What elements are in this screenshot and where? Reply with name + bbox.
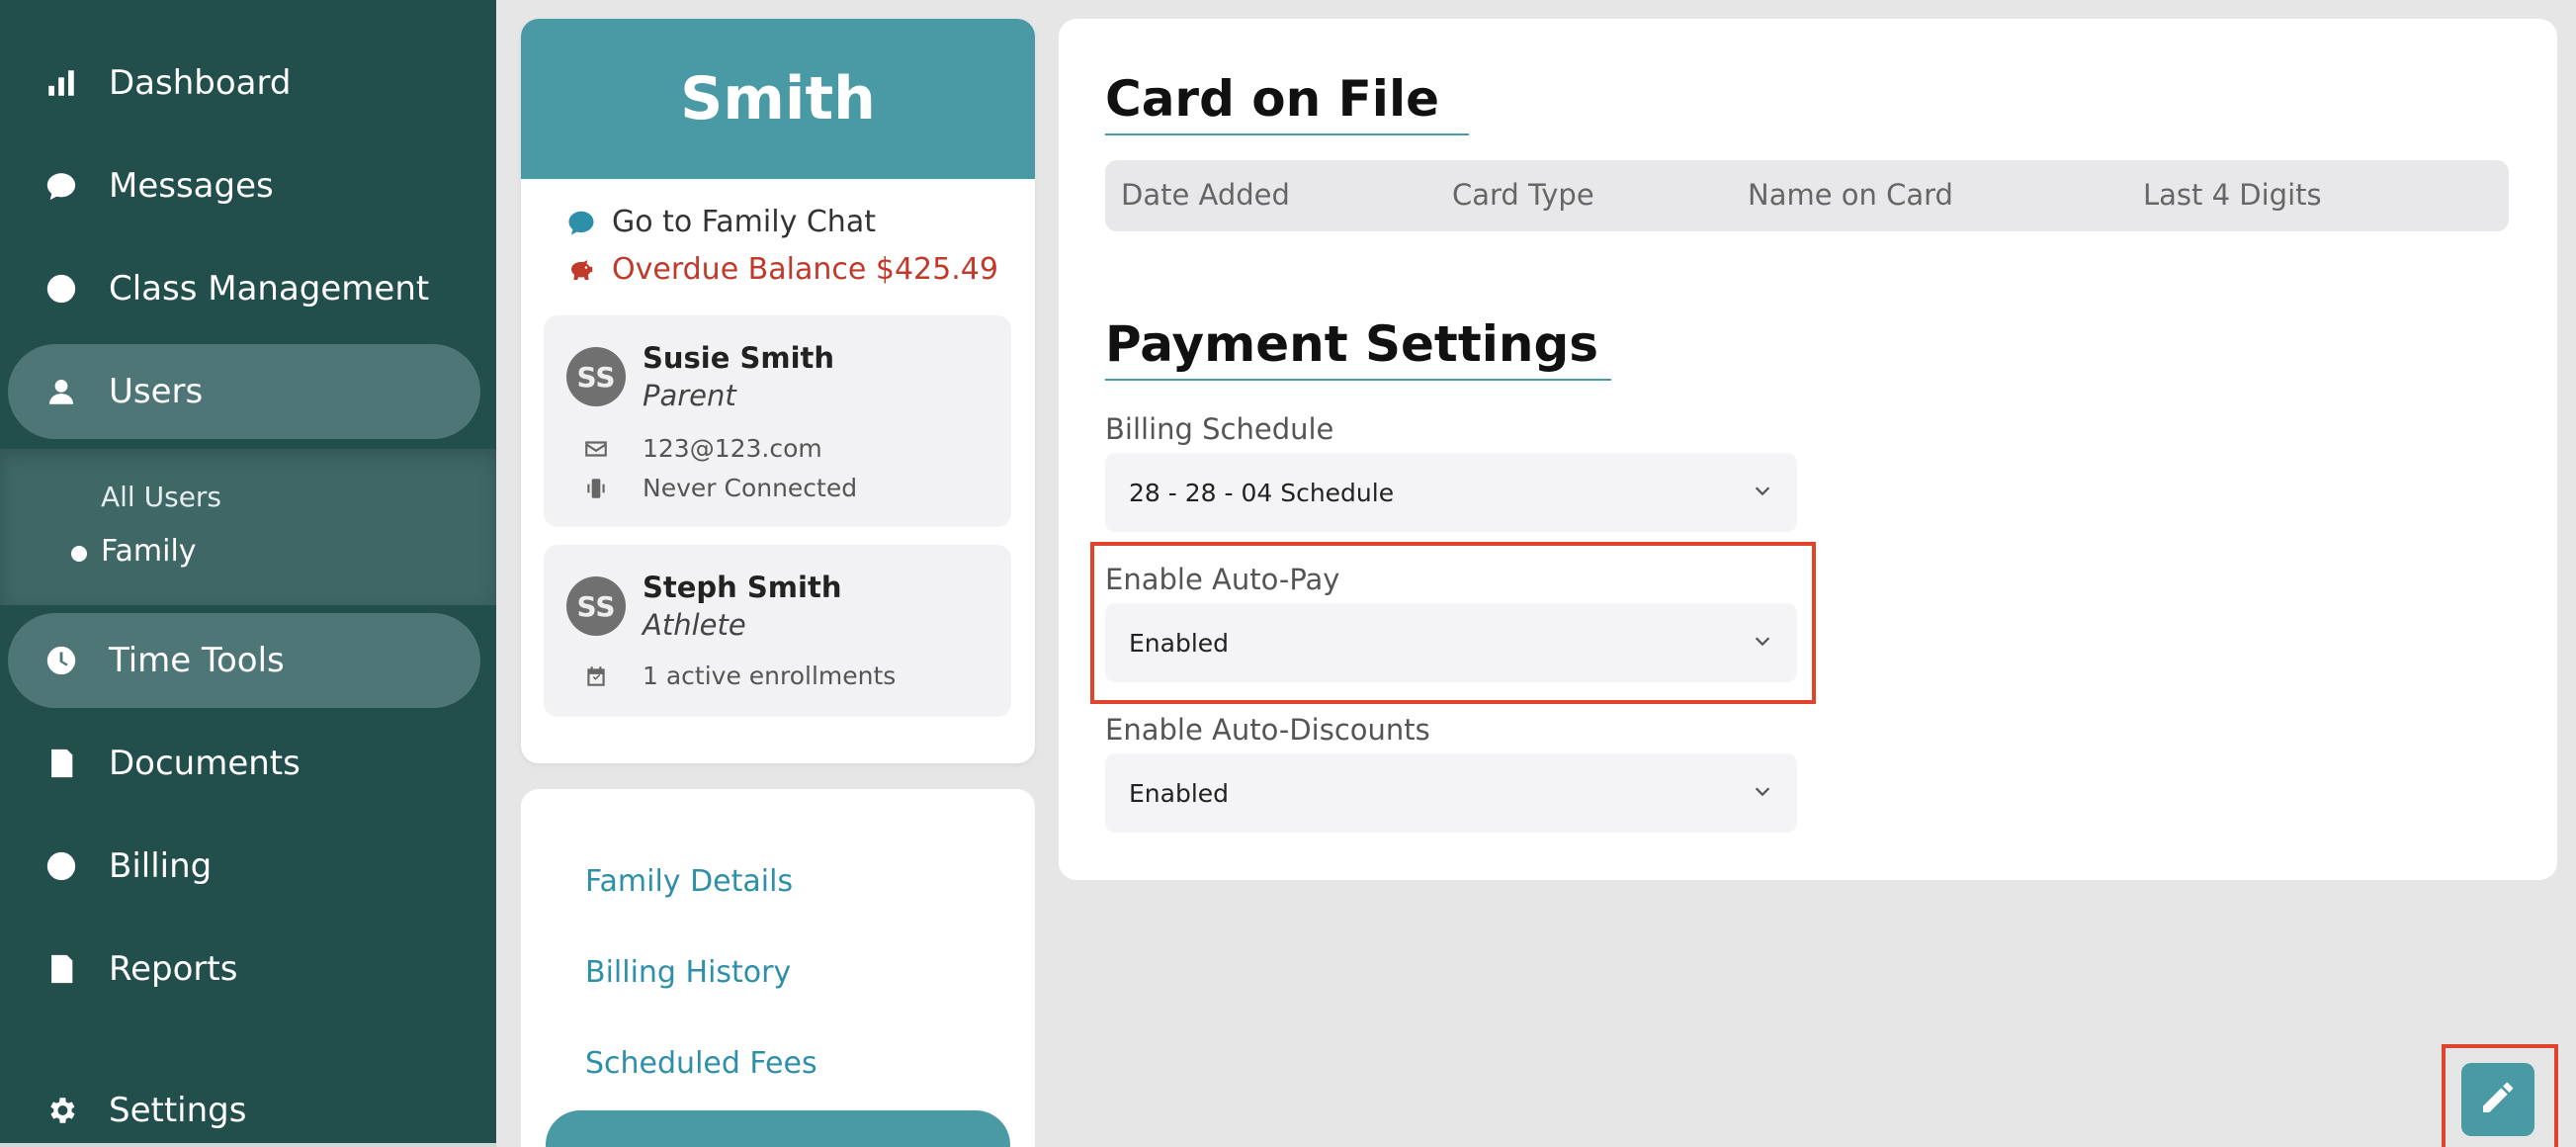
nav-class-management[interactable]: Class Management: [8, 241, 480, 336]
nav-users[interactable]: Users: [8, 344, 480, 439]
pencil-icon: [2478, 1078, 2518, 1121]
member-role: Athlete: [643, 608, 746, 642]
title-underline: [1105, 133, 1469, 135]
subnav-all-users[interactable]: All Users: [101, 481, 221, 513]
nav-messages[interactable]: Messages: [8, 138, 480, 233]
nav-billing[interactable]: Billing: [8, 819, 480, 914]
piggy-bank-icon: [566, 255, 596, 285]
payment-settings-title: Payment Settings: [1105, 315, 1599, 373]
bar-chart-icon: [43, 65, 79, 101]
family-card: Smith Go to Family Chat Overdue Balance …: [521, 19, 1035, 763]
nav-dashboard-label: Dashboard: [109, 63, 292, 103]
sidebar-scrollbar[interactable]: [0, 1143, 496, 1147]
chevron-down-icon: [1752, 479, 1773, 507]
chat-bubble-icon: [566, 208, 596, 237]
family-details-link[interactable]: Family Details: [585, 864, 793, 899]
nav-documents-label: Documents: [109, 744, 301, 783]
member-card[interactable]: SS Steph Smith Athlete 1 active enrollme…: [544, 545, 1011, 717]
overdue-balance-label: Overdue Balance $425.49: [612, 252, 998, 287]
nav-reports-label: Reports: [109, 949, 238, 989]
nav-time-tools-label: Time Tools: [109, 641, 285, 680]
card-on-file-title: Card on File: [1105, 70, 1439, 128]
member-name: Susie Smith: [643, 341, 835, 375]
gear-icon: [43, 1093, 79, 1128]
auto-discounts-value: Enabled: [1129, 778, 1230, 808]
subnav-family[interactable]: Family: [101, 534, 197, 569]
member-name: Steph Smith: [643, 571, 842, 604]
member-status-row: Never Connected: [583, 474, 857, 502]
member-status: Never Connected: [643, 474, 858, 502]
edit-button[interactable]: [2461, 1063, 2534, 1136]
billing-schedule-value: 28 - 28 - 04 Schedule: [1129, 478, 1395, 507]
member-card[interactable]: SS Susie Smith Parent 123@123.com Never …: [544, 315, 1011, 527]
title-underline: [1105, 379, 1611, 381]
envelope-icon: [583, 436, 609, 462]
nav-users-label: Users: [109, 372, 204, 411]
document-icon: [43, 746, 79, 781]
family-name: Smith: [521, 19, 1035, 179]
nav-dashboard[interactable]: Dashboard: [8, 36, 480, 131]
avatar: SS: [566, 576, 626, 636]
member-role: Parent: [643, 379, 736, 412]
nav-billing-label: Billing: [109, 846, 213, 886]
auto-pay-highlight: [1090, 542, 1816, 704]
member-email-row: 123@123.com: [583, 434, 822, 463]
auto-discounts-select[interactable]: Enabled: [1105, 753, 1797, 833]
auto-discounts-label: Enable Auto-Discounts: [1105, 713, 1430, 747]
phone-vibrate-icon: [583, 476, 609, 501]
circle-icon: [43, 271, 79, 307]
billing-history-link[interactable]: Billing History: [585, 955, 791, 990]
scheduled-fees-link[interactable]: Scheduled Fees: [585, 1046, 817, 1081]
payment-panel: Card on File Date Added Card Type Name o…: [1059, 19, 2557, 880]
family-links-card: Family Details Billing History Scheduled…: [521, 789, 1035, 1147]
clock-icon: [43, 643, 79, 678]
member-enrollments: 1 active enrollments: [643, 662, 897, 690]
calendar-icon: [583, 663, 609, 689]
billing-schedule-select[interactable]: 28 - 28 - 04 Schedule: [1105, 453, 1797, 532]
nav-settings[interactable]: Settings: [8, 1063, 480, 1147]
nav-class-management-label: Class Management: [109, 269, 430, 309]
go-to-family-chat-link[interactable]: Go to Family Chat: [566, 205, 876, 239]
chat-link-label: Go to Family Chat: [612, 205, 876, 239]
circle-icon: [43, 848, 79, 884]
nav-reports[interactable]: Reports: [8, 922, 480, 1016]
users-subnav: All Users Family: [0, 449, 496, 605]
card-table-header: Date Added Card Type Name on Card Last 4…: [1105, 160, 2509, 231]
member-email: 123@123.com: [643, 434, 822, 463]
column-date-added: Date Added: [1121, 178, 1290, 212]
sidebar: Dashboard Messages Class Management User…: [0, 0, 496, 1147]
nav-documents[interactable]: Documents: [8, 716, 480, 811]
column-card-type: Card Type: [1452, 178, 1594, 212]
user-icon: [43, 374, 79, 409]
overdue-balance-link[interactable]: Overdue Balance $425.49: [566, 252, 998, 287]
chat-bubble-icon: [43, 168, 79, 204]
report-icon: [43, 951, 79, 987]
nav-settings-label: Settings: [109, 1091, 247, 1130]
settings-tab-button[interactable]: [546, 1110, 1010, 1147]
nav-messages-label: Messages: [109, 166, 274, 206]
nav-time-tools[interactable]: Time Tools: [8, 613, 480, 708]
chevron-down-icon: [1752, 779, 1773, 808]
column-last-4-digits: Last 4 Digits: [2143, 178, 2322, 212]
column-name-on-card: Name on Card: [1748, 178, 1953, 212]
member-enrollments-row: 1 active enrollments: [583, 662, 896, 690]
avatar: SS: [566, 347, 626, 406]
billing-schedule-label: Billing Schedule: [1105, 412, 1334, 446]
current-dot: [71, 546, 87, 562]
